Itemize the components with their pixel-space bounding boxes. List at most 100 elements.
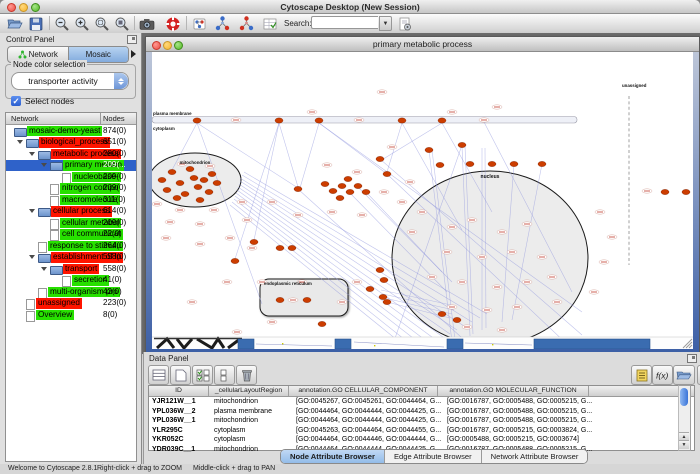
network-node[interactable] (438, 311, 446, 316)
network-node[interactable] (383, 171, 391, 176)
unselect-attributes-icon[interactable] (214, 365, 235, 385)
import-attributes-icon[interactable] (673, 365, 695, 385)
search-input[interactable] (311, 16, 378, 29)
table-cell[interactable]: [GO:0044464, GO:0044444, GO:0044425, G..… (293, 407, 444, 417)
table-cell[interactable]: [GO:0016787, GO:0005215, GO:0003824, G..… (444, 426, 597, 436)
table-cell[interactable]: cytoplasm (211, 435, 293, 445)
col-id[interactable]: ID (149, 386, 209, 396)
table-cell[interactable]: YPL036W__2 (149, 407, 211, 417)
network-node[interactable] (354, 183, 362, 188)
disclosure-triangle-icon[interactable] (29, 209, 35, 213)
network-node[interactable] (196, 197, 204, 202)
snapshot-icon[interactable] (138, 15, 155, 32)
network-node[interactable] (453, 317, 461, 322)
network-view-titlebar[interactable]: primary metabolic process (146, 37, 699, 52)
scroll-down-icon[interactable]: ▼ (679, 440, 689, 449)
table-cell[interactable]: YJR121W__1 (149, 397, 211, 407)
network-node[interactable] (344, 176, 352, 181)
nucleus-region[interactable] (392, 171, 588, 345)
network-node[interactable] (329, 188, 337, 193)
tree-row[interactable]: cellular process614(0) (6, 206, 136, 218)
network-node[interactable] (379, 294, 387, 299)
tree-row[interactable]: metabolic process280(0) (6, 148, 136, 160)
tab-network-attribute-browser[interactable]: Network Attribute Browser (482, 450, 588, 463)
help-ring-icon[interactable] (164, 15, 181, 32)
table-cell[interactable]: mitochondrion (211, 416, 293, 426)
col-cellular-component[interactable]: annotation.GO CELLULAR_COMPONENT (289, 386, 438, 396)
network-node[interactable] (383, 299, 391, 304)
disclosure-triangle-icon[interactable] (41, 267, 47, 271)
table-cell[interactable]: [GO:0044464, GO:0044444, GO:0044425, G..… (293, 416, 444, 426)
annotation-icon[interactable] (191, 15, 208, 32)
plugin-icon[interactable] (396, 15, 413, 32)
zoom-out-icon[interactable] (53, 15, 70, 32)
network-node[interactable] (315, 118, 323, 123)
tree-row[interactable]: primary metabo209(... (6, 160, 136, 172)
tree-row[interactable]: multi-organism pro42(0) (6, 286, 136, 298)
network-node[interactable] (362, 189, 370, 194)
open-folder-icon[interactable] (6, 15, 23, 32)
tree-row-label[interactable]: unassigned (36, 298, 82, 309)
table-cell[interactable]: plasma membrane (211, 407, 293, 417)
save-icon[interactable] (27, 15, 44, 32)
select-nodes-checkbox[interactable]: ✓ (11, 96, 21, 106)
network-node[interactable] (193, 118, 201, 123)
network-node[interactable] (276, 297, 284, 302)
disclosure-triangle-icon[interactable] (29, 152, 35, 156)
zoom-fit-icon[interactable] (113, 15, 130, 32)
network-node[interactable] (173, 195, 181, 200)
delete-attribute-icon[interactable] (236, 365, 257, 385)
network-node[interactable] (661, 189, 669, 194)
network-node[interactable] (338, 183, 346, 188)
tree-row[interactable]: mosaic-demo-yeast874(0) (6, 125, 136, 137)
layout-red-icon[interactable] (238, 15, 255, 32)
zoom-selected-icon[interactable] (93, 15, 110, 32)
tree-row[interactable]: cell communicat22(0) (6, 229, 136, 241)
table-cell[interactable]: [GO:0044464, GO:0044446, GO:0044444, G..… (293, 435, 444, 445)
network-node[interactable] (288, 245, 296, 250)
network-node[interactable] (438, 118, 446, 123)
new-attribute-icon[interactable] (170, 365, 191, 385)
tree-row[interactable]: Overview8(0) (6, 309, 136, 321)
network-node[interactable] (213, 180, 221, 185)
tree-row[interactable]: response to stimulu264(0) (6, 240, 136, 252)
table-row[interactable]: YPL036W__2plasma membrane[GO:0044464, GO… (149, 407, 694, 417)
network-node[interactable] (176, 180, 184, 185)
network-node[interactable] (366, 286, 374, 291)
network-node[interactable] (682, 189, 690, 194)
network-node[interactable] (250, 239, 258, 244)
network-node[interactable] (294, 186, 302, 191)
table-cell[interactable]: [GO:0016787, GO:0005488, GO:0005215, G..… (444, 397, 597, 407)
attribute-edit-icon[interactable] (261, 15, 278, 32)
scrollbar-thumb[interactable] (680, 388, 688, 406)
network-node[interactable] (186, 166, 194, 171)
network-node[interactable] (158, 177, 166, 182)
network-node[interactable] (398, 118, 406, 123)
tree-row[interactable]: establishment of lo558(0) (6, 252, 136, 264)
table-cell[interactable]: YPL036W__1 (149, 416, 211, 426)
float-panel-icon[interactable] (127, 35, 137, 44)
network-node[interactable] (380, 277, 388, 282)
network-node[interactable] (208, 171, 216, 176)
network-node[interactable] (190, 175, 198, 180)
network-node[interactable] (194, 184, 202, 189)
table-cell[interactable]: YKR052C (149, 435, 211, 445)
tree-row[interactable]: transport558(0) (6, 263, 136, 275)
network-node[interactable] (318, 321, 326, 326)
tree-row[interactable]: secretion41(0) (6, 275, 136, 287)
heatmap-icon[interactable] (697, 365, 700, 385)
col-molecular-function[interactable]: annotation.GO MOLECULAR_FUNCTION (438, 386, 589, 396)
col-region[interactable]: _cellularLayoutRegion (209, 386, 289, 396)
tree-row[interactable]: cellular metabol209(0) (6, 217, 136, 229)
table-row[interactable]: YJR121W__1mitochondrion[GO:0045267, GO:0… (149, 397, 694, 407)
tree-row-label[interactable]: Overview (36, 310, 74, 321)
network-node[interactable] (510, 161, 518, 166)
table-cell[interactable]: [GO:0045267, GO:0045261, GO:0044464, G..… (293, 397, 444, 407)
table-row[interactable]: YLR295Ccytoplasm[GO:0045263, GO:0044464,… (149, 426, 694, 436)
tree-row[interactable]: nucleobase-209(0) (6, 171, 136, 183)
tab-edge-attribute-browser[interactable]: Edge Attribute Browser (385, 450, 482, 463)
network-node[interactable] (376, 156, 384, 161)
network-node[interactable] (231, 258, 239, 263)
table-cell[interactable]: [GO:0016787, GO:0005488, GO:0005215, G..… (444, 407, 597, 417)
network-node[interactable] (303, 297, 311, 302)
